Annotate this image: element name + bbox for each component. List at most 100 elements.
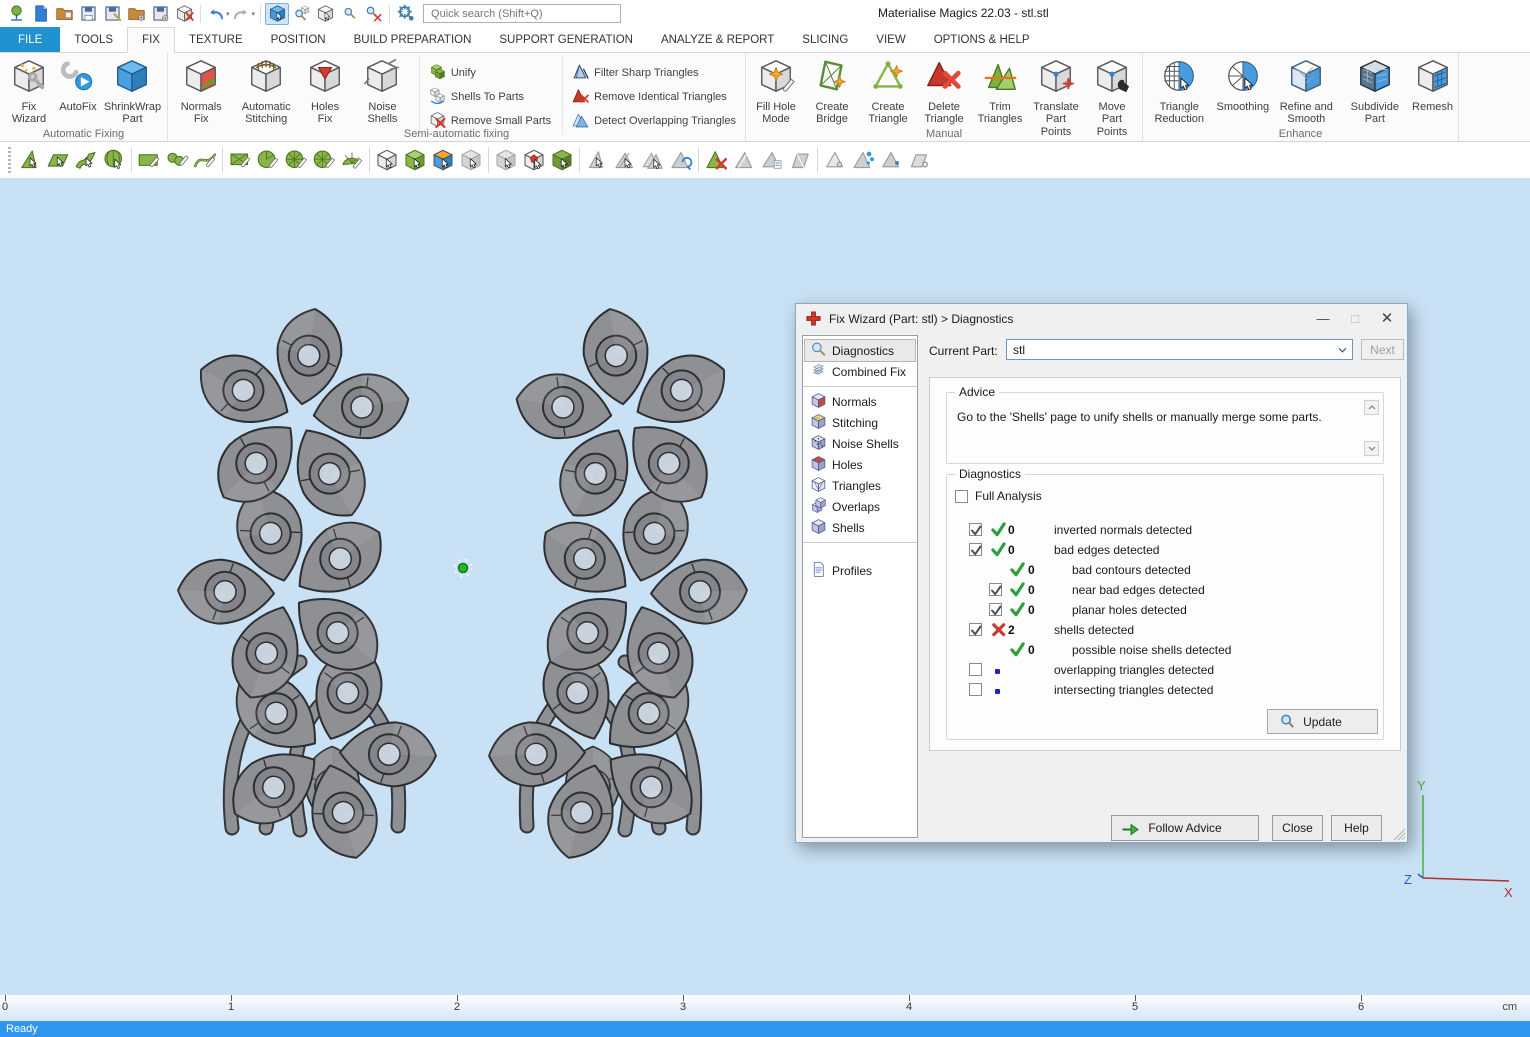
- tab-tools[interactable]: TOOLS: [60, 27, 127, 52]
- quad-ring-icon[interactable]: [905, 146, 933, 175]
- subdivide-part-button[interactable]: Subdivide Part: [1341, 56, 1409, 127]
- import-part-icon[interactable]: [124, 3, 148, 25]
- tab-options-and-help[interactable]: OPTIONS & HELP: [920, 27, 1044, 52]
- triangle-tool-4-icon[interactable]: [730, 146, 758, 175]
- sidebar-item-overlaps[interactable]: Overlaps: [805, 496, 915, 517]
- translate-part-points-button[interactable]: Translate Part Points: [1028, 56, 1084, 139]
- export-part-icon[interactable]: [148, 3, 172, 25]
- scroll-down-icon[interactable]: [1364, 441, 1379, 456]
- diagnostic-checkbox[interactable]: [989, 603, 1002, 616]
- tab-fix[interactable]: FIX: [127, 27, 175, 53]
- triangle-tool-2-icon[interactable]: [611, 146, 639, 175]
- minimize-button[interactable]: —: [1307, 307, 1339, 329]
- quick-search[interactable]: [423, 4, 621, 23]
- triangle-tool-1-icon[interactable]: [583, 146, 611, 175]
- redo-icon[interactable]: ▾: [231, 3, 257, 25]
- hex-marked-icon[interactable]: [520, 146, 548, 175]
- refine-and-smooth-button[interactable]: Refine and Smooth: [1272, 56, 1340, 127]
- open-project-icon[interactable]: [52, 3, 76, 25]
- filter-sharp-triangles-button[interactable]: Filter Sharp Triangles: [572, 63, 736, 83]
- delete-triangle-button[interactable]: Delete Triangle: [916, 56, 972, 127]
- customize-gears-icon[interactable]: [394, 3, 418, 25]
- normals-fix-button[interactable]: Normals Fix: [170, 56, 232, 127]
- mark-plane-icon[interactable]: [44, 146, 72, 175]
- diagnostic-checkbox[interactable]: [989, 583, 1002, 596]
- shells-to-parts-button[interactable]: Shells To Parts: [429, 87, 551, 107]
- cube-select-disabled-icon[interactable]: [457, 146, 485, 175]
- smoothing-button[interactable]: Smoothing: [1213, 56, 1272, 114]
- scroll-up-icon[interactable]: [1364, 400, 1379, 415]
- triangle-tool-3-icon[interactable]: [639, 146, 667, 175]
- help-button[interactable]: Help: [1331, 815, 1382, 841]
- cube-select-icon[interactable]: [373, 146, 401, 175]
- triangle-blue-drops-icon[interactable]: [849, 146, 877, 175]
- sidebar-item-shells[interactable]: Shells: [805, 517, 915, 538]
- rect-selection-icon[interactable]: [135, 146, 163, 175]
- sidebar-item-triangles[interactable]: Triangles: [805, 475, 915, 496]
- wheel-selection-icon[interactable]: [310, 146, 338, 175]
- mark-surface-icon[interactable]: [72, 146, 100, 175]
- create-bridge-button[interactable]: Create Bridge: [804, 56, 860, 127]
- triangle-point-icon[interactable]: [821, 146, 849, 175]
- sidebar-item-stitching[interactable]: Stitching: [805, 412, 915, 433]
- undo-icon[interactable]: ▾: [205, 3, 231, 25]
- diagnostic-checkbox[interactable]: [969, 663, 982, 676]
- new-document-icon[interactable]: [28, 3, 52, 25]
- brush-selection-icon[interactable]: [163, 146, 191, 175]
- model-left[interactable]: [148, 293, 472, 892]
- follow-advice-button[interactable]: Follow Advice: [1111, 815, 1259, 841]
- trim-triangles-button[interactable]: Trim Triangles: [972, 56, 1028, 127]
- window-selection-icon[interactable]: [226, 146, 254, 175]
- sidebar-item-holes[interactable]: Holes: [805, 454, 915, 475]
- unify-button[interactable]: Unify: [429, 63, 551, 83]
- sidebar-item-noise-shells[interactable]: Noise Shells: [805, 433, 915, 454]
- zoom-to-part-icon[interactable]: [289, 3, 313, 25]
- quick-search-input[interactable]: [429, 7, 615, 21]
- tab-build-preparation[interactable]: BUILD PREPARATION: [340, 27, 486, 52]
- shrinkwrap-part-button[interactable]: ShrinkWrap Part: [100, 56, 165, 127]
- update-button[interactable]: Update: [1267, 709, 1378, 734]
- resize-grip[interactable]: [1392, 827, 1405, 840]
- star-selection-icon[interactable]: [282, 146, 310, 175]
- pie-selection-icon[interactable]: [254, 146, 282, 175]
- cube-cursor-disabled-icon[interactable]: [492, 146, 520, 175]
- tab-analyze-and-report[interactable]: ANALYZE & REPORT: [647, 27, 788, 52]
- save-project-as-icon[interactable]: [100, 3, 124, 25]
- remesh-button[interactable]: Remesh: [1409, 56, 1456, 114]
- model-right[interactable]: [454, 293, 778, 892]
- triangle-delete-icon[interactable]: [702, 146, 730, 175]
- move-part-points-button[interactable]: Move Part Points: [1084, 56, 1140, 139]
- sidebar-item-profiles[interactable]: Profiles: [805, 560, 915, 581]
- cube-green-icon[interactable]: [548, 146, 576, 175]
- triangle-tool-doc-icon[interactable]: [758, 146, 786, 175]
- noise-shells-button[interactable]: Noise Shells: [350, 56, 415, 127]
- save-project-icon[interactable]: [76, 3, 100, 25]
- fit-view-icon[interactable]: [265, 3, 289, 25]
- tab-file[interactable]: FILE: [0, 27, 60, 52]
- fan-selection-icon[interactable]: [338, 146, 366, 175]
- diagnostic-checkbox[interactable]: [969, 523, 982, 536]
- close-button[interactable]: Close: [1272, 815, 1323, 841]
- autofix-button[interactable]: AutoFix: [56, 56, 100, 114]
- tab-slicing[interactable]: SLICING: [788, 27, 862, 52]
- mark-triangle-icon[interactable]: [16, 146, 44, 175]
- current-part-dropdown[interactable]: stl: [1006, 339, 1353, 360]
- triangle-tool-blue-icon[interactable]: [667, 146, 695, 175]
- zoom-in-icon[interactable]: [337, 3, 361, 25]
- remove-identical-triangles-button[interactable]: Remove Identical Triangles: [572, 87, 736, 107]
- curve-selection-icon[interactable]: [191, 146, 219, 175]
- mark-shell-icon[interactable]: [100, 146, 128, 175]
- diagnostic-checkbox[interactable]: [969, 623, 982, 636]
- view-box-icon[interactable]: [313, 3, 337, 25]
- full-analysis-checkbox[interactable]: [955, 490, 968, 503]
- sidebar-item-combined-fix[interactable]: Combined Fix: [805, 361, 915, 382]
- sidebar-item-diagnostics[interactable]: Diagnostics: [805, 340, 915, 361]
- triangle-reduction-button[interactable]: Triangle Reduction: [1145, 56, 1213, 127]
- advice-scrollbar[interactable]: [1364, 400, 1379, 456]
- tab-support-generation[interactable]: SUPPORT GENERATION: [485, 27, 647, 52]
- tab-view[interactable]: VIEW: [862, 27, 919, 52]
- toolbar-drag-handle[interactable]: [8, 147, 11, 173]
- holes-fix-button[interactable]: Holes Fix: [300, 56, 350, 127]
- diagnostic-checkbox[interactable]: [969, 683, 982, 696]
- plane-tool-icon[interactable]: [786, 146, 814, 175]
